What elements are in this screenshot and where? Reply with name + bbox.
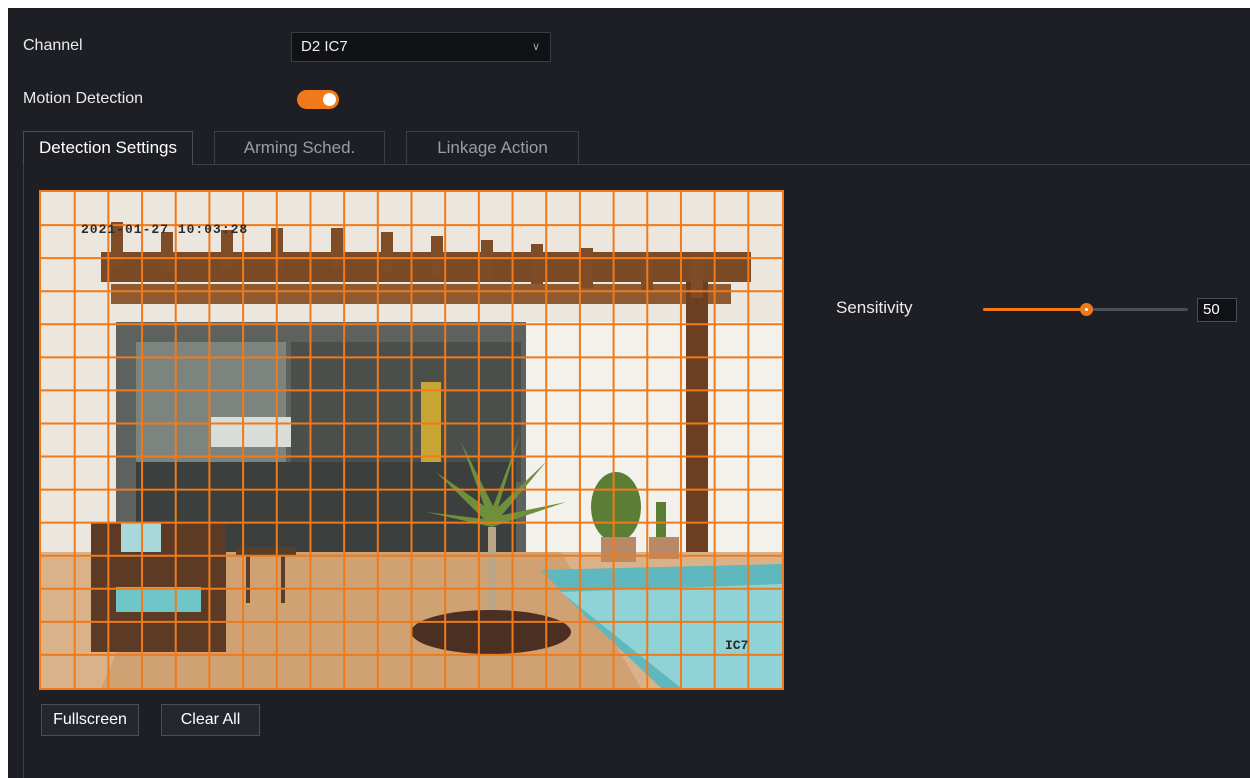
panel-border (23, 165, 24, 778)
motion-detection-label: Motion Detection (23, 90, 144, 107)
clear-all-button[interactable]: Clear All (161, 704, 260, 736)
slider-thumb[interactable] (1079, 303, 1093, 316)
tab-detection-settings[interactable]: Detection Settings (23, 131, 193, 165)
channel-select[interactable]: D2 IC7 ∨ (291, 32, 551, 62)
sensitivity-value-input[interactable]: 50 (1197, 298, 1237, 322)
camera-scene-image (41, 192, 782, 688)
slider-fill (983, 308, 1086, 311)
motion-detection-page: Channel D2 IC7 ∨ Motion Detection Detect… (8, 8, 1250, 778)
video-preview-area[interactable]: 2021-01-27 10:03:28 IC7 (39, 190, 784, 690)
channel-label: Channel (23, 37, 83, 54)
tab-bar-divider (193, 164, 1250, 165)
sensitivity-slider[interactable] (983, 302, 1188, 316)
sensitivity-label: Sensitivity (836, 298, 913, 317)
tab-linkage-action[interactable]: Linkage Action (406, 131, 579, 164)
chevron-down-icon: ∨ (531, 41, 540, 53)
toggle-knob (323, 93, 336, 106)
motion-detection-toggle[interactable] (297, 90, 339, 109)
fullscreen-button[interactable]: Fullscreen (41, 704, 139, 736)
channel-select-value: D2 IC7 (301, 38, 348, 55)
camera-name-overlay: IC7 (725, 638, 749, 653)
tab-arming-schedule[interactable]: Arming Sched. (214, 131, 385, 164)
video-timestamp: 2021-01-27 10:03:28 (81, 222, 249, 237)
